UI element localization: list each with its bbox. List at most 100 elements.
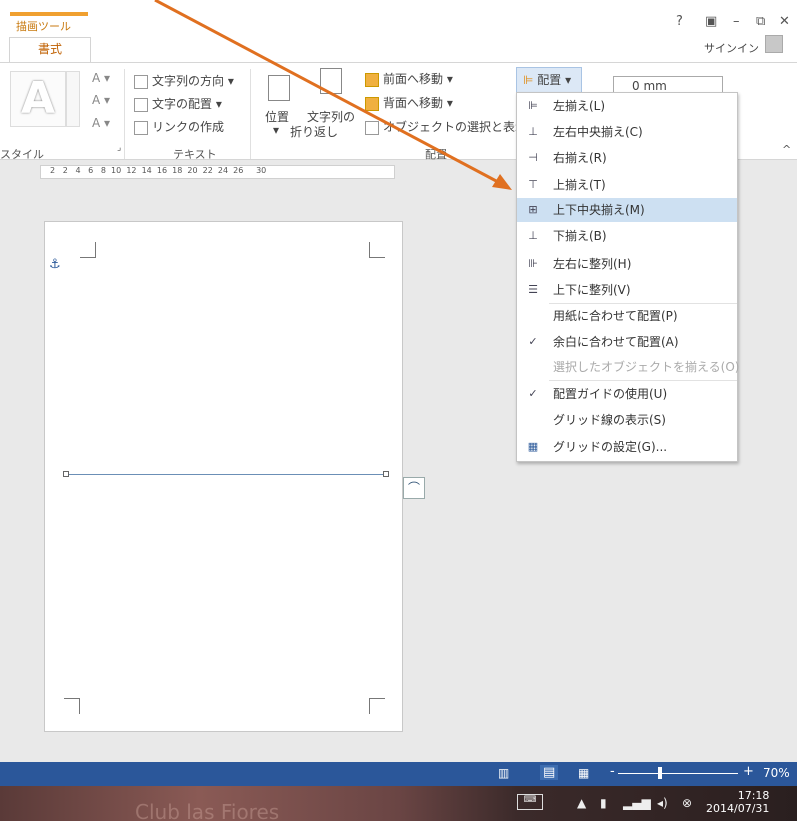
link-icon	[134, 120, 148, 135]
avatar[interactable]	[765, 35, 783, 53]
distribute-vertical-icon: ☰	[528, 283, 538, 296]
dialog-launcher-icon[interactable]: ⌟	[117, 143, 121, 153]
menu-item-label: 上揃え(T)	[553, 178, 606, 192]
margin-corner	[369, 698, 385, 714]
menu-item-align-middle[interactable]: ⊞ 上下中央揃え(M)	[517, 198, 737, 222]
document-page[interactable]	[44, 221, 403, 732]
bring-forward-button[interactable]: 前面へ移動 ▾	[365, 70, 453, 87]
group-label-arrange: 配置	[425, 148, 447, 161]
wrap-text-button-line2[interactable]: 折り返し	[290, 123, 338, 140]
margin-corner	[369, 242, 385, 258]
align-middle-icon: ⊞	[528, 203, 538, 216]
menu-item-align-right[interactable]: ⊣ 右揃え(R)	[517, 146, 737, 170]
clock[interactable]: 17:18 2014/07/31	[706, 789, 769, 815]
menu-item-align-to-margin[interactable]: ✓ 余白に合わせて配置(A)	[517, 330, 737, 354]
margin-corner	[80, 242, 96, 258]
menu-item-label: 左揃え(L)	[553, 99, 606, 113]
menu-item-label: 下揃え(B)	[553, 229, 607, 243]
align-left-icon: ⊫	[528, 99, 538, 112]
text-direction-icon	[134, 74, 148, 89]
web-layout-icon[interactable]: ▦	[578, 766, 589, 780]
arrange-button[interactable]: ⊫ 配置 ▾	[516, 67, 582, 93]
line-handle-start[interactable]	[63, 471, 69, 477]
menu-item-align-left[interactable]: ⊫ 左揃え(L)	[517, 94, 737, 118]
distribute-horizontal-icon: ⊪	[528, 257, 538, 270]
layout-options-icon[interactable]: ⌒	[403, 477, 425, 499]
keyboard-icon[interactable]: ⌨	[517, 794, 543, 810]
volume-icon[interactable]: ◂)	[657, 796, 668, 810]
ribbon-display-button[interactable]: ▣	[705, 14, 717, 29]
arrange-icon: ⊫	[523, 73, 534, 87]
wordart-style-gallery[interactable]: A	[10, 71, 66, 127]
menu-item-show-gridlines[interactable]: グリッド線の表示(S)	[517, 408, 737, 432]
context-tab-label: 描画ツール	[16, 20, 71, 33]
anchor-icon[interactable]: ⚓	[49, 257, 61, 272]
menu-item-align-selected: 選択したオブジェクトを揃える(O)	[517, 355, 739, 379]
zoom-in-button[interactable]: +	[743, 764, 754, 779]
menu-item-label: 上下に整列(V)	[553, 283, 631, 297]
signal-icon[interactable]: ▂▄▆	[623, 796, 651, 810]
send-backward-button[interactable]: 背面へ移動 ▾	[365, 94, 453, 111]
zoom-level[interactable]: 70%	[763, 766, 790, 780]
divider	[124, 69, 125, 159]
menu-item-align-bottom[interactable]: ⊥ 下揃え(B)	[517, 224, 737, 248]
menu-item-label: 左右に整列(H)	[553, 257, 632, 271]
print-layout-icon[interactable]: ▤	[540, 765, 559, 780]
text-effects-icon[interactable]: A ▾	[92, 116, 110, 130]
align-text-button[interactable]: 文字の配置 ▾	[134, 95, 222, 112]
minimize-button[interactable]: –	[733, 14, 740, 29]
battery-icon[interactable]: ▮	[600, 796, 607, 810]
context-tab-accent	[10, 12, 88, 16]
tray-overflow-icon[interactable]: ▲	[577, 796, 586, 810]
tab-format[interactable]: 書式	[9, 37, 91, 63]
style-gallery-scroll[interactable]	[66, 71, 80, 127]
restore-button[interactable]: ⧉	[756, 14, 765, 29]
zoom-slider-thumb[interactable]	[658, 767, 662, 779]
menu-item-use-guides[interactable]: ✓ 配置ガイドの使用(U)	[517, 382, 737, 406]
menu-item-label: 左右中央揃え(C)	[553, 125, 643, 139]
check-icon: ✓	[528, 387, 538, 400]
position-icon	[268, 75, 290, 101]
text-outline-icon[interactable]: A ▾	[92, 93, 110, 107]
read-mode-icon[interactable]: ▥	[498, 766, 509, 780]
menu-item-distribute-horizontal[interactable]: ⊪ 左右に整列(H)	[517, 252, 737, 276]
text-direction-button[interactable]: 文字列の方向 ▾	[134, 72, 234, 89]
network-error-icon[interactable]: ⊗	[682, 796, 692, 810]
menu-item-label: 右揃え(R)	[553, 151, 607, 165]
clock-date: 2014/07/31	[706, 802, 770, 815]
menu-item-label: 用紙に合わせて配置(P)	[553, 309, 678, 323]
line-shape[interactable]	[66, 474, 386, 475]
bring-forward-label: 前面へ移動	[383, 72, 444, 86]
menu-item-label: 余白に合わせて配置(A)	[553, 335, 679, 349]
create-link-button[interactable]: リンクの作成	[134, 118, 224, 135]
send-backward-icon	[365, 96, 379, 111]
text-direction-label: 文字列の方向	[152, 74, 225, 88]
menu-item-align-center[interactable]: ⊥ 左右中央揃え(C)	[517, 120, 737, 144]
align-top-icon: ⊤	[528, 178, 538, 191]
taskbar	[0, 786, 797, 821]
selection-pane-icon	[365, 120, 379, 135]
chevron-down-icon: ▾	[273, 123, 280, 137]
menu-item-align-top[interactable]: ⊤ 上揃え(T)	[517, 173, 737, 197]
text-fill-icon[interactable]: A ▾	[92, 71, 110, 85]
menu-item-grid-settings[interactable]: ▦ グリッドの設定(G)...	[517, 435, 737, 459]
align-text-icon	[134, 97, 148, 112]
menu-item-align-to-page[interactable]: 用紙に合わせて配置(P)	[517, 304, 737, 328]
collapse-ribbon-icon[interactable]: ^	[782, 143, 791, 156]
help-button[interactable]: ?	[676, 14, 683, 29]
bring-forward-icon	[365, 72, 379, 87]
arrange-label: 配置	[537, 73, 562, 87]
close-button[interactable]: ✕	[779, 14, 790, 29]
selection-pane-button[interactable]: オブジェクトの選択と表示	[365, 118, 527, 135]
zoom-slider-track[interactable]	[618, 773, 738, 774]
line-handle-end[interactable]	[383, 471, 389, 477]
zoom-out-button[interactable]: -	[610, 764, 615, 779]
divider	[250, 69, 251, 159]
align-right-icon: ⊣	[528, 151, 538, 164]
selection-pane-label: オブジェクトの選択と表示	[383, 120, 528, 134]
align-text-label: 文字の配置	[152, 97, 213, 111]
menu-item-label: グリッドの設定(G)...	[553, 440, 668, 454]
menu-item-distribute-vertical[interactable]: ☰ 上下に整列(V)	[517, 278, 737, 302]
signin-link[interactable]: サインイン	[704, 40, 759, 56]
clock-time: 17:18	[737, 789, 770, 802]
